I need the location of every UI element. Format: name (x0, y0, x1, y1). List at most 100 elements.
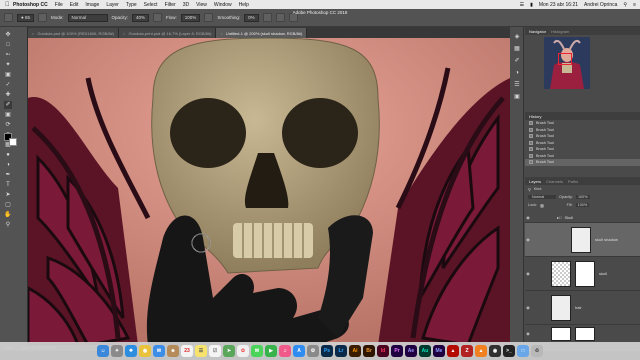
layer-opacity-field[interactable]: 100% (575, 195, 590, 199)
safari-icon[interactable]: ❖ (125, 345, 137, 357)
close-icon[interactable]: × (123, 31, 125, 36)
clone-stamp-tool-icon[interactable]: ▣ (4, 111, 12, 119)
eye-icon[interactable]: ◉ (525, 237, 531, 242)
close-icon[interactable]: × (220, 31, 222, 36)
brush-size-picker[interactable]: ● 65 (17, 13, 34, 22)
calendar-icon[interactable]: 23 (181, 345, 193, 357)
vlc-icon[interactable]: ▲ (475, 345, 487, 357)
quick-select-tool-icon[interactable]: ✦ (4, 61, 12, 69)
apple-icon[interactable]:  (5, 2, 13, 8)
chrome-icon[interactable]: ◉ (139, 345, 151, 357)
menu-image[interactable]: Image (85, 2, 99, 8)
photoshop-icon[interactable]: Ps (321, 345, 333, 357)
properties-panel-icon[interactable]: ☰ (513, 81, 521, 89)
tab-histogram[interactable]: Histogram (551, 29, 569, 34)
facetime-icon[interactable]: ▶ (265, 345, 277, 357)
type-tool-icon[interactable]: T (4, 181, 12, 189)
photos-icon[interactable]: ✿ (237, 345, 249, 357)
itunes-icon[interactable]: ♫ (279, 345, 291, 357)
menu-file[interactable]: File (55, 2, 63, 8)
rectangle-tool-icon[interactable]: ▢ (4, 201, 12, 209)
menu-type[interactable]: Type (126, 2, 137, 8)
pressure-size-icon[interactable] (275, 13, 285, 22)
tab-gundula-print[interactable]: × Gundula-print.psd @ 16,7% (Layer 8, RGB… (119, 28, 217, 38)
eye-icon[interactable]: ◉ (525, 305, 531, 310)
background-color-swatch[interactable] (9, 138, 17, 146)
navigator-thumbnail[interactable] (544, 37, 590, 89)
healing-brush-tool-icon[interactable]: ✚ (4, 91, 12, 99)
fill-field[interactable]: 100% (575, 203, 590, 207)
blend-mode-select[interactable]: Normal (528, 195, 556, 199)
crop-tool-icon[interactable]: ▣ (4, 71, 12, 79)
menu-select[interactable]: Select (144, 2, 158, 8)
document-canvas[interactable] (28, 38, 510, 345)
tab-untitled-1[interactable]: × Untitled-1 @ 200% (skull shadow, RGB/8#… (216, 28, 308, 38)
lasso-tool-icon[interactable]: ➵ (4, 51, 12, 59)
bridge-icon[interactable]: Br (363, 345, 375, 357)
symmetry-icon[interactable] (288, 13, 298, 22)
system-preferences-icon[interactable]: ⚙ (307, 345, 319, 357)
layer-row[interactable]: ◉ skull (525, 257, 640, 291)
obs-icon[interactable]: ◉ (489, 345, 501, 357)
after-effects-icon[interactable]: Ae (405, 345, 417, 357)
move-tool-icon[interactable]: ✥ (4, 31, 12, 39)
eye-icon[interactable]: ◉ (525, 331, 531, 336)
app-store-icon[interactable]: A (293, 345, 305, 357)
menu-window[interactable]: Window (214, 2, 232, 8)
path-selection-tool-icon[interactable]: ➤ (4, 191, 12, 199)
tab-layers[interactable]: Layers (529, 179, 541, 184)
layer-row[interactable]: ◉ hair (525, 291, 640, 325)
tab-navigator[interactable]: Navigator (529, 29, 546, 34)
menu-view[interactable]: View (196, 2, 207, 8)
pen-tool-icon[interactable]: ✒ (4, 171, 12, 179)
brush-settings-icon[interactable] (37, 13, 47, 22)
terminal-icon[interactable]: >_ (503, 345, 515, 357)
smoothing-field[interactable]: 0% (244, 13, 259, 22)
finder-icon[interactable]: ☺ (97, 345, 109, 357)
eye-icon[interactable]: ◉ (525, 271, 531, 276)
flow-field[interactable]: 100% (180, 13, 201, 22)
kind-filter[interactable]: Kind (534, 187, 542, 191)
menu-layer[interactable]: Layer (106, 2, 119, 8)
tab-channels[interactable]: Channels (546, 179, 563, 184)
mail-icon[interactable]: ✉ (153, 345, 165, 357)
zoom-tool-icon[interactable]: ⚲ (4, 221, 12, 229)
reminders-icon[interactable]: ☑ (209, 345, 221, 357)
smoothing-gear-icon[interactable] (262, 13, 272, 22)
history-brush-tool-icon[interactable]: ⟳ (4, 121, 12, 129)
contacts-icon[interactable]: ☻ (167, 345, 179, 357)
marquee-tool-icon[interactable]: □ (4, 41, 12, 49)
layer-row-selected[interactable]: ◉ skull shadow (525, 223, 640, 257)
wifi-icon[interactable]: ☰ (520, 2, 524, 8)
eye-icon[interactable]: ◉ (525, 215, 531, 220)
menubar-user[interactable]: Andrei Oprinca (584, 2, 617, 8)
launchpad-icon[interactable]: ✦ (111, 345, 123, 357)
blur-tool-icon[interactable]: ● (4, 151, 12, 159)
tab-gundula[interactable]: × Gundula.psd @ 100% (RED1806, RGB/8#) (28, 28, 120, 38)
search-icon[interactable]: ⚲ (528, 187, 531, 192)
tab-paths[interactable]: Paths (568, 179, 578, 184)
hand-tool-icon[interactable]: ✋ (4, 211, 12, 219)
dodge-tool-icon[interactable]: ◑ (4, 161, 12, 169)
pressure-opacity-icon[interactable] (153, 13, 163, 22)
menu-3d[interactable]: 3D (183, 2, 189, 8)
notes-icon[interactable]: ☰ (195, 345, 207, 357)
illustrator-icon[interactable]: Ai (349, 345, 361, 357)
adjustments-panel-icon[interactable]: ◑ (513, 69, 521, 77)
messages-icon[interactable]: ✉ (251, 345, 263, 357)
color-panel-icon[interactable]: ◈ (513, 33, 521, 41)
lock-icon[interactable]: ▩ (540, 203, 544, 208)
lightroom-icon[interactable]: Lr (335, 345, 347, 357)
layer-group-skull[interactable]: ◉ ▸□ Skull (525, 213, 640, 223)
acrobat-icon[interactable]: ▲ (447, 345, 459, 357)
history-item-current[interactable]: Brush Tool (525, 159, 640, 166)
menu-list-icon[interactable]: ≡ (633, 2, 636, 8)
indesign-icon[interactable]: Id (377, 345, 389, 357)
menubar-datetime[interactable]: Mon 23 abr 16:21 (539, 2, 578, 8)
airbrush-icon[interactable] (204, 13, 214, 22)
search-icon[interactable]: ⚲ (623, 2, 627, 8)
brush-tool-icon[interactable]: ✐ (4, 101, 12, 109)
mode-select[interactable]: Normal (67, 13, 108, 22)
opacity-field[interactable]: 40% (132, 13, 150, 22)
swatches-panel-icon[interactable]: ▦ (513, 45, 521, 53)
